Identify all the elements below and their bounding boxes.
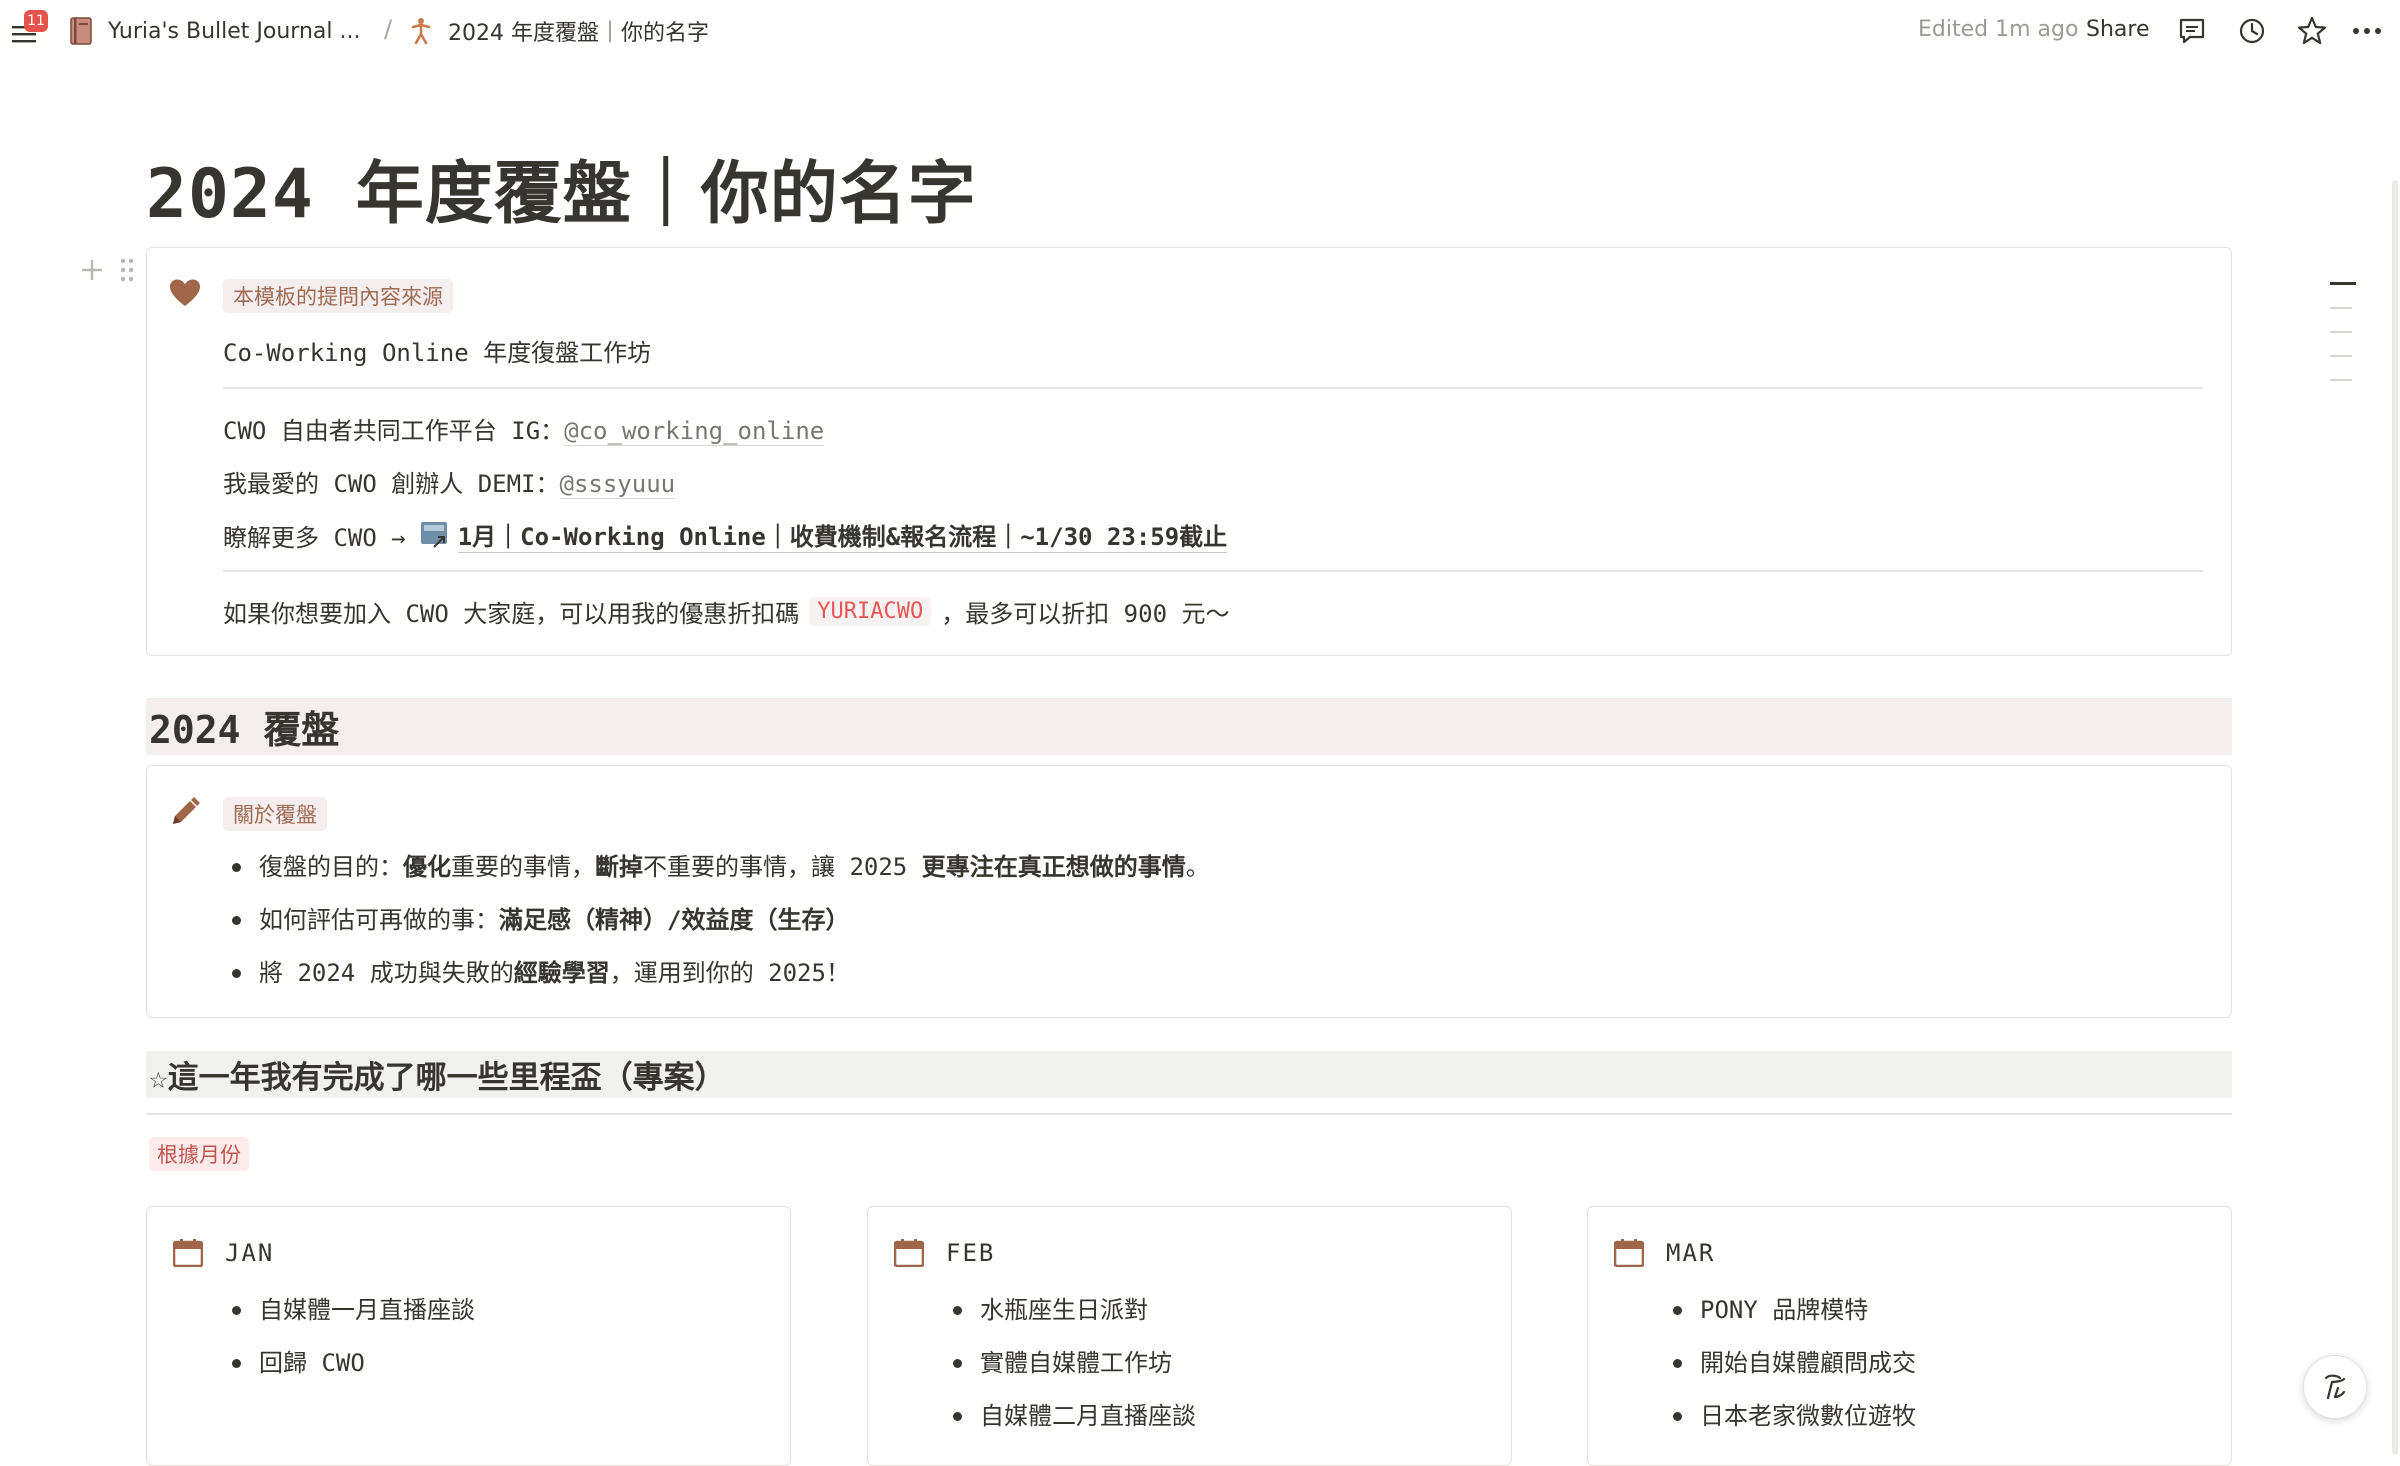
source-line-discount: 如果你想要加入 CWO 大家庭，可以用我的優惠折扣碼 YURIACWO ，最多可… [223, 594, 1229, 629]
calendar-icon [894, 1239, 924, 1267]
more-options-button[interactable] [2350, 14, 2384, 48]
more-icon [2353, 28, 2381, 34]
review-heading[interactable]: 2024 覆盤 [146, 698, 2232, 755]
list-item: 日本老家微數位遊牧 [1664, 1399, 1916, 1452]
favorite-button[interactable] [2295, 14, 2329, 48]
edited-status: Edited 1m ago [1918, 17, 2079, 42]
review-bullet-list: 復盤的目的：優化重要的事情，斷掉不重要的事情，讓 2025 更專注在真正想做的事… [223, 850, 1210, 1009]
text-bold: 滿足感（精神）/效益度（生存） [499, 906, 850, 934]
month-card-feb[interactable]: FEB 水瓶座生日派對 實體自媒體工作坊 自媒體二月直播座談 [867, 1206, 1512, 1466]
notification-badge: 11 [24, 10, 48, 32]
text-bold: 經驗學習 [513, 959, 610, 987]
text: 復盤的目的： [259, 853, 403, 881]
month-items: PONY 品牌模特 開始自媒體顧問成交 日本老家微數位遊牧 [1664, 1293, 1916, 1452]
review-callout: 關於覆盤 復盤的目的：優化重要的事情，斷掉不重要的事情，讓 2025 更專注在真… [146, 765, 2232, 1018]
calendar-icon [1614, 1239, 1644, 1267]
month-name: JAN [225, 1239, 275, 1267]
text-bold: 優化 [403, 853, 451, 881]
discount-suffix: ，最多可以折扣 900 元～ [941, 600, 1230, 628]
updates-button[interactable] [2236, 15, 2268, 47]
text: 如何評估可再做的事： [259, 906, 499, 934]
sidebar-menu-button[interactable]: 11 [10, 10, 50, 48]
page-title[interactable]: 2024 年度覆盤｜你的名字 [146, 138, 977, 237]
pencil-icon [169, 796, 201, 832]
breadcrumb-page[interactable]: 2024 年度覆盤｜你的名字 [410, 16, 709, 46]
list-item: 自媒體二月直播座談 [944, 1399, 1196, 1452]
milestone-divider [146, 1113, 2232, 1115]
learn-more-label: 瞭解更多 CWO → [223, 523, 406, 552]
top-bar: 11 Yuria's Bullet Journal ... / 2024 年度覆… [0, 0, 2400, 62]
block-drag-handle[interactable] [118, 256, 136, 288]
outline-mark[interactable] [2330, 379, 2352, 381]
drag-handle-icon [120, 258, 134, 282]
discount-text: 如果你想要加入 CWO 大家庭，可以用我的優惠折扣碼 [223, 600, 800, 628]
share-button[interactable]: Share [2086, 17, 2150, 42]
notion-ai-icon [2324, 1374, 2346, 1400]
outline-mark[interactable] [2330, 355, 2352, 357]
plus-icon [82, 260, 102, 280]
text: ，運用到你的 2025！ [609, 959, 850, 987]
discount-code: YURIACWO [809, 597, 932, 626]
month-name: MAR [1666, 1239, 1716, 1267]
founder-link[interactable]: @sssyuuu [559, 470, 676, 499]
source-divider-1 [223, 387, 2203, 389]
breadcrumb-separator: / [384, 15, 393, 43]
list-item: 實體自媒體工作坊 [944, 1346, 1196, 1399]
list-item: PONY 品牌模特 [1664, 1293, 1916, 1346]
outline-mark[interactable] [2330, 331, 2352, 333]
list-item: 開始自媒體顧問成交 [1664, 1346, 1916, 1399]
text: 重要的事情， [451, 853, 595, 881]
source-line-founder: 我最愛的 CWO 創辦人 DEMI：@sssyuuu [223, 464, 676, 499]
page-link-icon [420, 522, 447, 548]
review-tag: 關於覆盤 [223, 797, 327, 831]
review-bullet-evaluate: 如何評估可再做的事：滿足感（精神）/效益度（生存） [223, 903, 1210, 956]
list-item: 自媒體一月直播座談 [223, 1293, 475, 1346]
comment-icon [2179, 18, 2205, 44]
notebook-icon [70, 17, 92, 45]
outline-mark[interactable] [2330, 307, 2352, 309]
scrollbar[interactable] [2392, 180, 2398, 1455]
heart-icon [169, 278, 201, 312]
text: 。 [1185, 853, 1210, 881]
page-outline[interactable] [2330, 282, 2356, 403]
month-items: 自媒體一月直播座談 回歸 CWO [223, 1293, 475, 1399]
cwo-page-link[interactable]: 1月｜Co-Working Online｜收費機制&報名流程｜~1/30 23:… [457, 517, 1228, 553]
month-tag: 根據月份 [149, 1137, 249, 1171]
text: 將 2024 成功與失敗的 [259, 959, 514, 987]
comments-button[interactable] [2176, 15, 2208, 47]
month-name: FEB [946, 1239, 996, 1267]
review-bullet-purpose: 復盤的目的：優化重要的事情，斷掉不重要的事情，讓 2025 更專注在真正想做的事… [223, 850, 1210, 903]
page-name: 2024 年度覆盤｜你的名字 [448, 21, 709, 46]
help-button[interactable] [2303, 1355, 2367, 1419]
source-tag: 本模板的提問內容來源 [223, 279, 453, 313]
breadcrumb-workspace[interactable]: Yuria's Bullet Journal ... [70, 16, 360, 46]
month-card-jan[interactable]: JAN 自媒體一月直播座談 回歸 CWO [146, 1206, 791, 1466]
ig-link[interactable]: @co_working_online [564, 417, 825, 446]
figure-icon [411, 18, 431, 45]
list-item: 回歸 CWO [223, 1346, 475, 1399]
ig-label: CWO 自由者共同工作平台 IG： [223, 417, 565, 445]
clock-icon [2239, 18, 2265, 44]
founder-label: 我最愛的 CWO 創辦人 DEMI： [223, 470, 560, 498]
source-divider-2 [223, 570, 2203, 572]
text: 不重要的事情，讓 2025 [643, 853, 922, 881]
source-line-ig: CWO 自由者共同工作平台 IG：@co_working_online [223, 411, 825, 446]
milestone-heading[interactable]: ☆這一年我有完成了哪一些里程盃（專案） [146, 1051, 2232, 1098]
source-line-workshop: Co-Working Online 年度復盤工作坊 [223, 339, 652, 367]
outline-mark-active[interactable] [2330, 282, 2356, 285]
review-bullet-learning: 將 2024 成功與失敗的經驗學習，運用到你的 2025！ [223, 956, 1210, 1009]
text-bold: 更專注在真正想做的事情 [921, 853, 1186, 881]
text-bold: 斷掉 [595, 853, 643, 881]
star-icon [2297, 16, 2327, 45]
source-callout: 本模板的提問內容來源 Co-Working Online 年度復盤工作坊 CWO… [146, 247, 2232, 656]
workspace-name: Yuria's Bullet Journal ... [108, 18, 361, 44]
month-card-mar[interactable]: MAR PONY 品牌模特 開始自媒體顧問成交 日本老家微數位遊牧 [1587, 1206, 2232, 1466]
block-add-handle[interactable] [78, 256, 106, 288]
month-items: 水瓶座生日派對 實體自媒體工作坊 自媒體二月直播座談 [944, 1293, 1196, 1452]
calendar-icon [173, 1239, 203, 1267]
source-line-learn-more: 瞭解更多 CWO → 1月｜Co-Working Online｜收費機制&報名流… [223, 517, 1228, 553]
list-item: 水瓶座生日派對 [944, 1293, 1196, 1346]
